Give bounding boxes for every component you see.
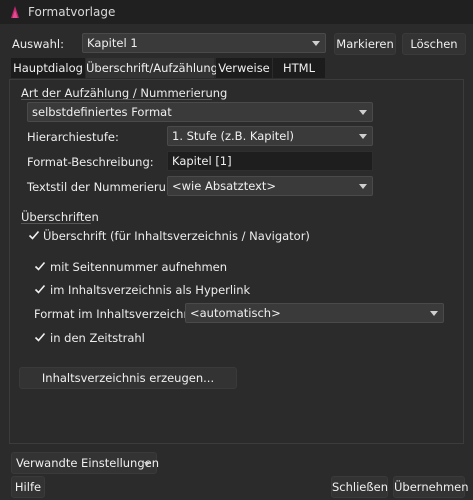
chevron-down-icon (312, 41, 320, 46)
app-logo-icon (9, 5, 21, 19)
toc-format-label: Format im Inhaltsverzeichnis: (34, 307, 204, 321)
numbering-separator (21, 99, 212, 100)
checkmark-icon (34, 284, 46, 294)
pagenum-checkbox-label[interactable]: mit Seitennummer aufnehmen (50, 260, 227, 274)
window-title: Formatvorlage (28, 5, 116, 19)
timeline-checkbox[interactable] (34, 331, 46, 343)
textstyle-combo[interactable]: <wie Absatztext> (167, 176, 373, 196)
delete-button[interactable]: Löschen (402, 33, 466, 55)
format-label: Format-Beschreibung: (27, 155, 154, 169)
toc-format-value: <automatisch> (190, 306, 281, 320)
textstyle-label: Textstil der Nummerierung: (27, 180, 185, 194)
tab-html[interactable]: HTML (273, 58, 325, 78)
toc-checkbox-label[interactable]: Überschrift (für Inhaltsverzeichnis / Na… (43, 229, 310, 243)
numbering-type-combo[interactable]: selbstdefiniertes Format (27, 102, 373, 122)
tab-ueberschrift-aufzaehlung[interactable]: Überschrift/Aufzählung (86, 58, 218, 78)
chevron-down-icon (359, 110, 367, 115)
textstyle-value: <wie Absatztext> (172, 179, 277, 193)
chevron-down-icon (359, 184, 367, 189)
headings-section-title: Überschriften (21, 210, 99, 224)
selection-combo[interactable]: Kapitel 1 (82, 33, 326, 53)
toc-format-combo[interactable]: <automatisch> (185, 303, 444, 323)
close-button[interactable]: Schließen (331, 476, 388, 498)
level-label: Hierarchiestufe: (27, 130, 119, 144)
checkmark-icon (34, 332, 46, 342)
tab-hauptdialog[interactable]: Hauptdialog (11, 58, 85, 78)
related-settings-button[interactable]: Verwandte Einstellungen (11, 452, 159, 474)
numbering-type-value: selbstdefiniertes Format (32, 105, 172, 119)
toc-checkbox[interactable] (28, 229, 40, 241)
apply-button[interactable]: Übernehmen (393, 476, 469, 498)
timeline-checkbox-label[interactable]: in den Zeitstrahl (50, 331, 145, 345)
hyperlink-checkbox[interactable] (34, 283, 46, 295)
level-combo[interactable]: 1. Stufe (z.B. Kapitel) (167, 126, 373, 146)
level-value: 1. Stufe (z.B. Kapitel) (172, 129, 295, 143)
selection-label: Auswahl: (12, 37, 64, 51)
format-input[interactable]: Kapitel [1] (167, 151, 373, 171)
chevron-down-icon (359, 134, 367, 139)
checkmark-icon (34, 261, 46, 271)
selection-value: Kapitel 1 (87, 36, 138, 50)
headings-separator (21, 223, 91, 224)
help-button[interactable]: Hilfe (11, 476, 45, 498)
chevron-down-icon (430, 311, 438, 316)
chevron-down-icon (144, 462, 150, 466)
generate-toc-button[interactable]: Inhaltsverzeichnis erzeugen... (19, 367, 237, 389)
numbering-section-title: Art der Aufzählung / Nummerierung (21, 86, 228, 100)
checkmark-icon (28, 230, 40, 240)
tab-verweise[interactable]: Verweise (216, 58, 272, 78)
pagenum-checkbox[interactable] (34, 260, 46, 272)
hyperlink-checkbox-label[interactable]: im Inhaltsverzeichnis als Hyperlink (50, 283, 250, 297)
mark-button[interactable]: Markieren (334, 33, 396, 55)
